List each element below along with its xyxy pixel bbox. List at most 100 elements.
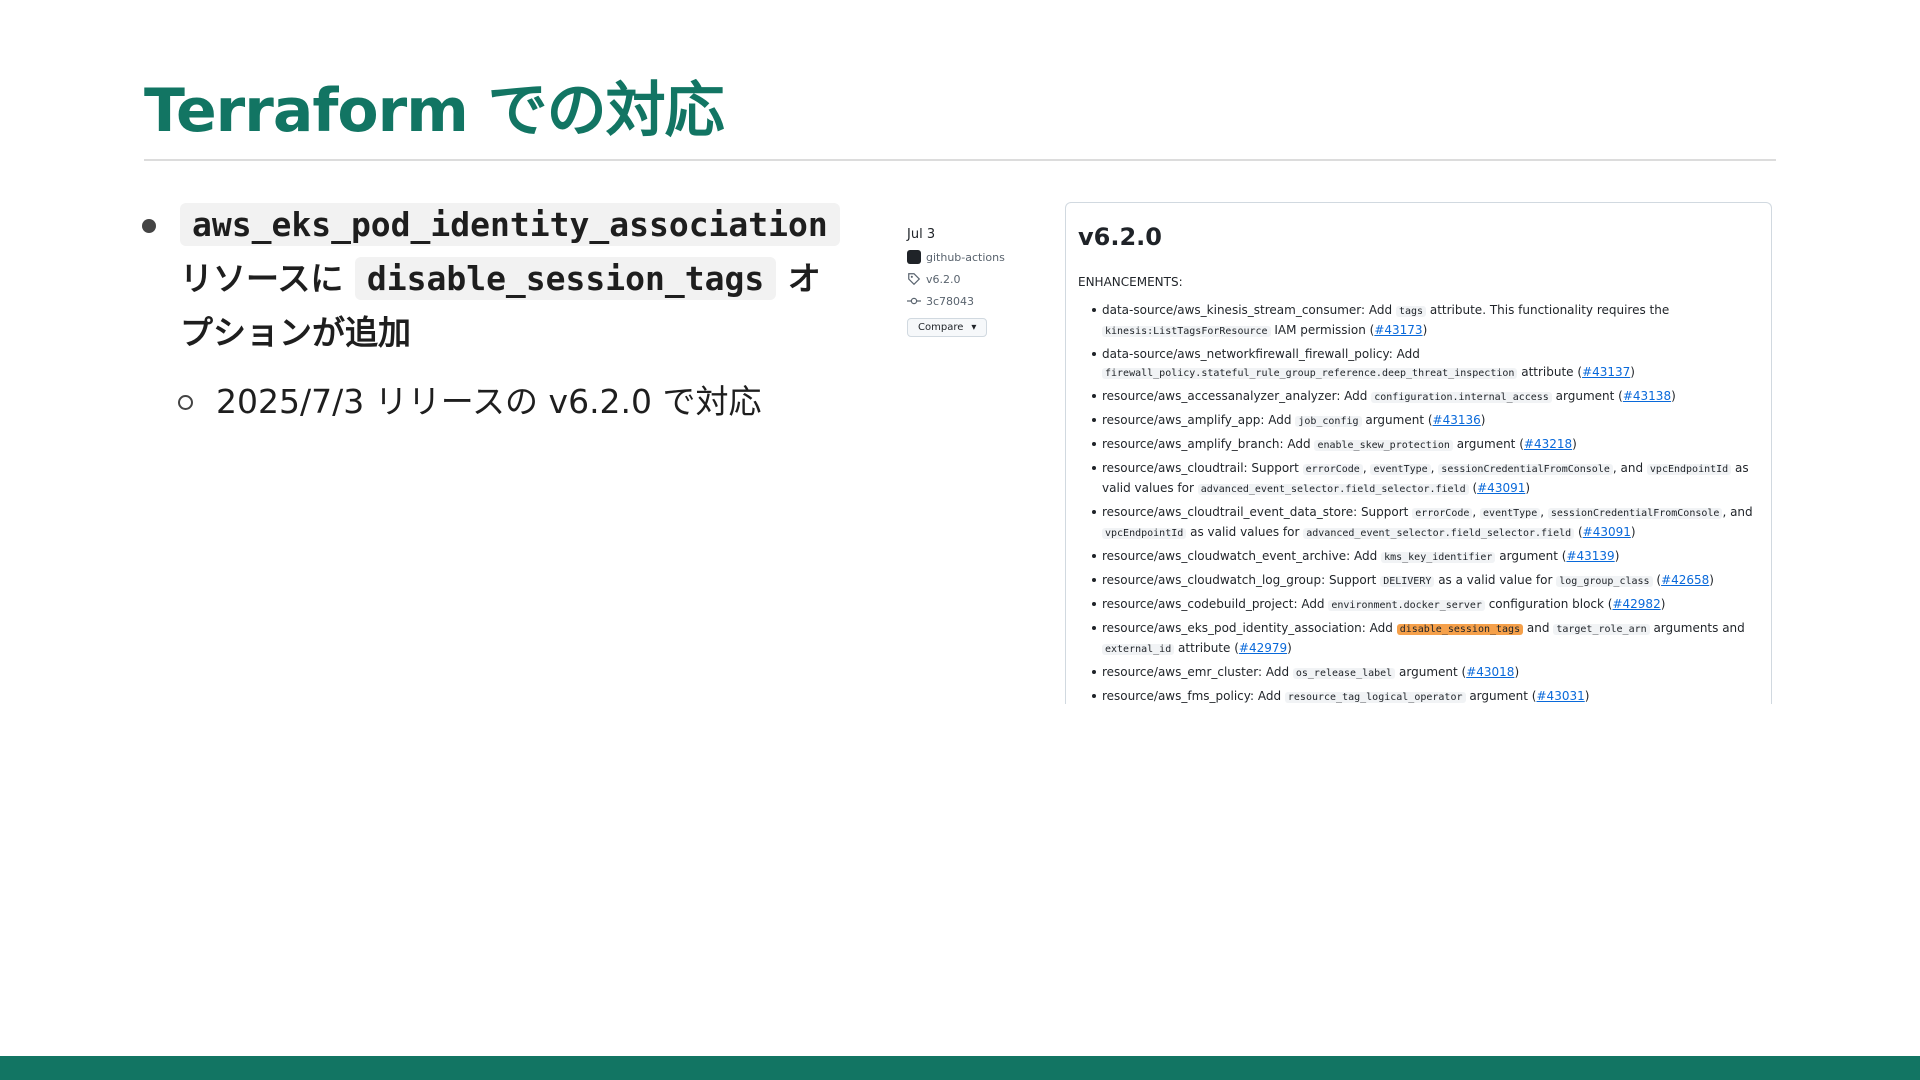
- item-text: ): [1630, 525, 1636, 539]
- pr-link[interactable]: #43138: [1623, 389, 1671, 403]
- item-text: resource/aws_amplify_branch: Add: [1102, 437, 1315, 451]
- item-text: as valid values for: [1186, 525, 1304, 539]
- inline-code: os_release_label: [1292, 668, 1396, 679]
- item-text: argument (: [1361, 413, 1433, 427]
- item-text: arguments and: [1649, 621, 1745, 635]
- inline-code: environment.docker_server: [1328, 600, 1485, 611]
- chevron-down-icon: ▾: [971, 322, 977, 333]
- inline-code: sessionCredentialFromConsole: [1547, 508, 1723, 519]
- item-text: attribute. This functionality requires t…: [1426, 303, 1670, 317]
- sub-bullet-text: 2025/7/3 リリースの v6.2.0 で対応: [216, 382, 762, 421]
- inline-code: advanced_event_selector.field_selector.f…: [1303, 528, 1575, 539]
- bullet-text: リソースに: [180, 259, 344, 298]
- item-text: ): [1572, 437, 1577, 451]
- sub-bullet-item: 2025/7/3 リリースの v6.2.0 で対応: [140, 378, 840, 426]
- item-text: ): [1480, 413, 1486, 427]
- item-text: as a valid value for: [1434, 573, 1557, 587]
- item-text: ): [1422, 323, 1428, 337]
- list-item: resource/aws_cloudwatch_log_group: Suppo…: [1078, 571, 1759, 591]
- pr-link[interactable]: #43173: [1374, 323, 1422, 337]
- list-item: resource/aws_codebuild_project: Add envi…: [1078, 595, 1759, 615]
- item-text: (: [1468, 481, 1478, 495]
- item-text: attribute (: [1517, 365, 1583, 379]
- list-item: resource/aws_cloudwatch_event_archive: A…: [1078, 547, 1759, 567]
- inline-code: resource_tag_logical_operator: [1284, 692, 1466, 703]
- list-item: resource/aws_eks_pod_identity_associatio…: [1078, 619, 1759, 659]
- pr-link[interactable]: #42982: [1612, 597, 1660, 611]
- item-text: , and: [1722, 505, 1753, 519]
- pr-link[interactable]: #43031: [1537, 689, 1585, 703]
- item-text: resource/aws_eks_pod_identity_associatio…: [1102, 621, 1397, 635]
- item-text: ): [1525, 481, 1531, 495]
- list-item: data-source/aws_kinesis_stream_consumer:…: [1078, 301, 1759, 341]
- item-text: ,: [1472, 505, 1481, 519]
- list-item: resource/aws_accessanalyzer_analyzer: Ad…: [1078, 387, 1759, 407]
- inline-code: errorCode: [1412, 508, 1473, 519]
- bullet-item: aws_eks_pod_identity_association リソースに d…: [140, 198, 840, 360]
- pr-link[interactable]: #43091: [1583, 525, 1631, 539]
- inline-code: kinesis:ListTagsForResource: [1102, 326, 1271, 337]
- item-text: ): [1584, 689, 1590, 703]
- commit-sha: 3c78043: [926, 294, 975, 308]
- inline-code: job_config: [1295, 416, 1362, 427]
- item-text: argument (: [1495, 549, 1567, 563]
- list-item: data-source/aws_networkfirewall_firewall…: [1078, 345, 1759, 383]
- inline-code: errorCode: [1302, 464, 1363, 475]
- release-version: v6.2.0: [1078, 223, 1162, 251]
- list-item: resource/aws_amplify_branch: Add enable_…: [1078, 435, 1759, 455]
- item-text: resource/aws_codebuild_project: Add: [1102, 597, 1329, 611]
- inline-code: eventType: [1370, 464, 1431, 475]
- item-text: resource/aws_cloudtrail_event_data_store…: [1102, 505, 1413, 519]
- inline-code: advanced_event_selector.field_selector.f…: [1197, 484, 1469, 495]
- item-text: attribute (: [1174, 641, 1239, 655]
- inline-code: kms_key_identifier: [1381, 552, 1496, 563]
- commit-icon: [907, 297, 921, 305]
- item-text: ): [1671, 389, 1676, 403]
- tag-icon: [908, 273, 921, 286]
- item-text: configuration block (: [1484, 597, 1613, 611]
- item-text: argument (: [1551, 389, 1623, 403]
- item-text: argument (: [1395, 665, 1467, 679]
- bullet-list: aws_eks_pod_identity_association リソースに d…: [140, 198, 840, 426]
- author-name: github-actions: [926, 250, 1005, 264]
- item-text: IAM permission (: [1270, 323, 1375, 337]
- item-text: resource/aws_emr_cluster: Add: [1102, 665, 1293, 679]
- item-text: resource/aws_accessanalyzer_analyzer: Ad…: [1102, 389, 1372, 403]
- pr-link[interactable]: #42658: [1661, 573, 1709, 587]
- inline-code: sessionCredentialFromConsole: [1438, 464, 1613, 475]
- pr-link[interactable]: #42979: [1239, 641, 1287, 655]
- pr-link[interactable]: #43136: [1433, 413, 1481, 427]
- bullet-dot: [142, 219, 156, 233]
- list-item: resource/aws_cloudtrail: Support errorCo…: [1078, 459, 1759, 499]
- item-text: data-source/aws_kinesis_stream_consumer:…: [1102, 303, 1396, 317]
- release-date: Jul 3: [907, 226, 936, 242]
- pr-link[interactable]: #43137: [1582, 365, 1630, 379]
- inline-code: target_role_arn: [1553, 624, 1650, 635]
- item-text: (: [1574, 525, 1583, 539]
- item-text: resource/aws_cloudtrail: Support: [1102, 461, 1303, 475]
- list-item: resource/aws_amplify_app: Add job_config…: [1078, 411, 1759, 431]
- inline-code: vpcEndpointId: [1646, 464, 1732, 475]
- pr-link[interactable]: #43091: [1477, 481, 1525, 495]
- compare-button[interactable]: Compare ▾: [907, 318, 988, 337]
- item-text: argument (: [1452, 437, 1524, 451]
- release-commit[interactable]: 3c78043: [907, 290, 1027, 312]
- pr-link[interactable]: #43018: [1466, 665, 1514, 679]
- inline-code: eventType: [1480, 508, 1541, 519]
- pr-link[interactable]: #43139: [1566, 549, 1614, 563]
- sub-bullet-ring: [178, 395, 193, 410]
- inline-code: external_id: [1102, 644, 1175, 655]
- item-text: , and: [1612, 461, 1647, 475]
- release-tag[interactable]: v6.2.0: [907, 268, 1027, 290]
- release-author[interactable]: github-actions: [907, 246, 1027, 268]
- item-text: and: [1523, 621, 1554, 635]
- item-text: ): [1630, 365, 1635, 379]
- title-divider: [144, 159, 1776, 161]
- inline-code: DELIVERY: [1380, 576, 1435, 587]
- item-text: ): [1287, 641, 1292, 655]
- release-meta: Jul 3 github-actions v6.2.0 3c78043 Comp…: [907, 222, 1027, 337]
- pr-link[interactable]: #43218: [1524, 437, 1572, 451]
- list-item: resource/aws_emr_cluster: Add os_release…: [1078, 663, 1759, 683]
- item-text: ): [1614, 549, 1620, 563]
- list-item: resource/aws_cloudtrail_event_data_store…: [1078, 503, 1759, 543]
